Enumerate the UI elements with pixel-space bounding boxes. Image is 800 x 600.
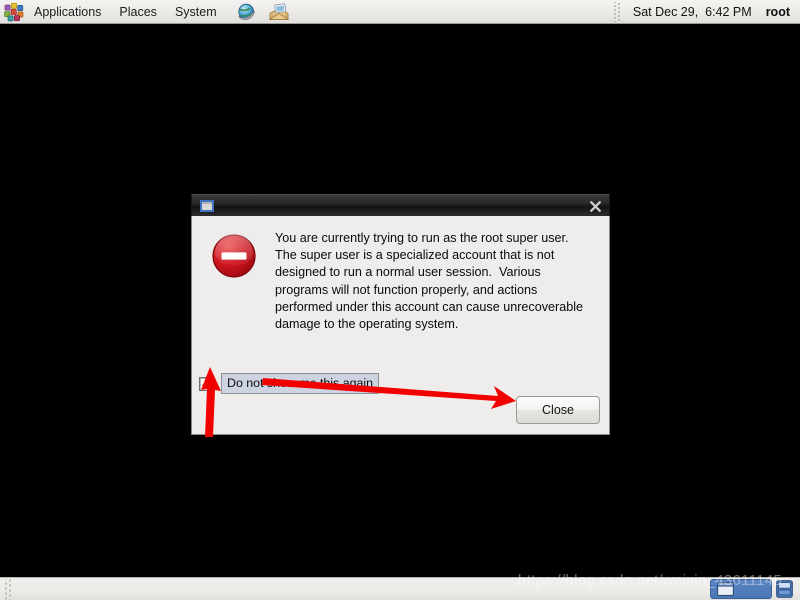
- web-browser-launcher-icon[interactable]: [236, 2, 258, 22]
- do-not-show-again-label[interactable]: Do not show me this again: [221, 373, 380, 394]
- close-button[interactable]: Close: [516, 396, 600, 424]
- workspace-switcher-icon[interactable]: [776, 580, 793, 598]
- dialog-message-text: You are currently trying to run as the r…: [275, 231, 587, 332]
- email-client-launcher-icon[interactable]: [268, 2, 290, 22]
- top-panel-grip[interactable]: [612, 1, 622, 22]
- do-not-show-again-row[interactable]: Do not show me this again: [199, 373, 380, 394]
- root-warning-dialog: You are currently trying to run as the r…: [191, 194, 610, 435]
- window-icon: [717, 582, 734, 596]
- current-user-label[interactable]: root: [759, 3, 797, 21]
- red-hat-puzzle-icon[interactable]: [3, 2, 25, 22]
- bottom-panel-grip[interactable]: [4, 578, 13, 600]
- close-icon[interactable]: [587, 198, 603, 214]
- menu-places[interactable]: Places: [111, 2, 165, 22]
- dialog-body: You are currently trying to run as the r…: [191, 216, 610, 435]
- desktop-screen: Applications Places System Sat Dec 29, 6…: [0, 0, 800, 600]
- clock-applet[interactable]: Sat Dec 29, 6:42 PM: [626, 3, 759, 21]
- launcher-group: [236, 2, 290, 22]
- error-stop-icon: [211, 233, 257, 279]
- taskbar-window-item[interactable]: [710, 579, 772, 599]
- bottom-panel: [0, 577, 800, 600]
- menu-applications[interactable]: Applications: [26, 2, 109, 22]
- top-panel: Applications Places System Sat Dec 29, 6…: [0, 0, 800, 24]
- window-icon: [200, 199, 214, 212]
- menu-system[interactable]: System: [167, 2, 225, 22]
- dialog-content-row: You are currently trying to run as the r…: [192, 216, 609, 333]
- dialog-titlebar[interactable]: [191, 194, 610, 216]
- do-not-show-again-checkbox[interactable]: [199, 376, 213, 391]
